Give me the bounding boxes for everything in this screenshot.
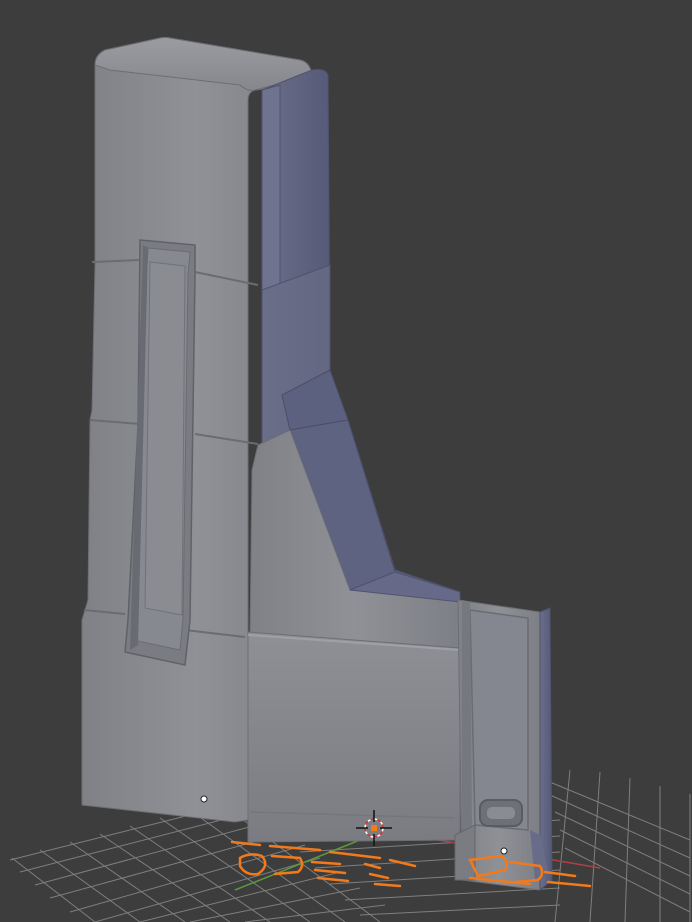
3d-viewport[interactable] <box>0 0 692 922</box>
mesh-sloped-section[interactable] <box>249 264 461 651</box>
viewport-canvas[interactable] <box>0 0 692 922</box>
origin-point-post[interactable] <box>500 847 508 855</box>
mesh-right-post[interactable] <box>454 599 553 892</box>
origin-point-tower[interactable] <box>200 795 208 803</box>
mesh-lower-block[interactable] <box>247 631 461 843</box>
